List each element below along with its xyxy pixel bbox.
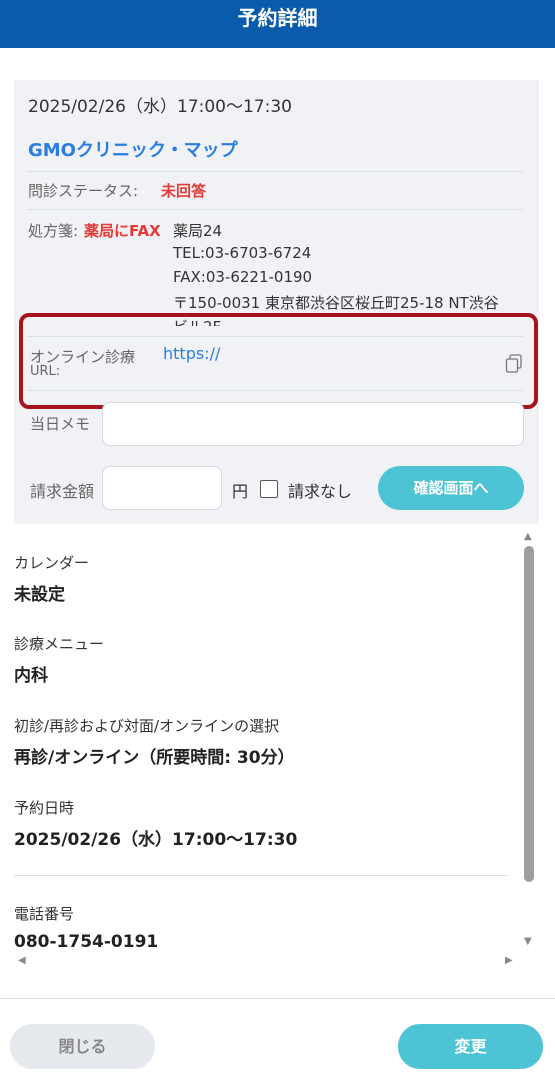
appointment-datetime-value: 2025/02/26（水）17:00～17:30 — [14, 830, 298, 850]
no-charge-checkbox[interactable] — [260, 480, 278, 498]
page-title: 予約詳細 — [237, 6, 318, 30]
phone-label: 電話番号 — [14, 905, 75, 923]
reservation-summary-panel: 2025/02/26（水）17:00～17:30 GMOクリニック・マップ 問診… — [14, 80, 539, 524]
prescription-label: 処方箋: — [28, 222, 79, 240]
divider — [14, 875, 507, 876]
scroll-down-icon[interactable]: ▼ — [524, 937, 532, 947]
reservation-datetime: 2025/02/26（水）17:00～17:30 — [28, 97, 292, 117]
pharmacy-tel: TEL:03-6703-6724 — [173, 244, 312, 262]
visit-type-label: 初診/再診および対面/オンラインの選択 — [14, 717, 280, 735]
pharmacy-name: 薬局24 — [173, 222, 223, 240]
menu-label: 診療メニュー — [14, 635, 105, 653]
menu-value: 内科 — [14, 666, 48, 686]
confirm-screen-button[interactable]: 確認画面へ — [378, 466, 524, 510]
vertical-scrollbar-thumb[interactable] — [524, 546, 534, 882]
no-charge-label: 請求なし — [288, 482, 353, 501]
prescription-mode: 薬局にFAX — [84, 222, 161, 240]
scroll-left-icon[interactable]: ◀ — [18, 956, 26, 966]
visit-type-value: 再診/オンライン（所要時間: 30分） — [14, 748, 295, 768]
memo-label: 当日メモ — [30, 415, 91, 433]
appointment-datetime-label: 予約日時 — [14, 799, 75, 817]
memo-input[interactable] — [102, 402, 524, 446]
calendar-value: 未設定 — [14, 585, 65, 605]
details-scroll-area[interactable]: カレンダー 未設定 診療メニュー 内科 初診/再診および対面/オンラインの選択 … — [0, 530, 539, 970]
scroll-up-icon[interactable]: ▲ — [524, 532, 532, 542]
divider — [28, 171, 523, 172]
interview-status-value: 未回答 — [161, 182, 207, 200]
change-button[interactable]: 変更 — [398, 1024, 543, 1069]
close-button[interactable]: 閉じる — [10, 1024, 155, 1069]
clinic-name-link[interactable]: GMOクリニック・マップ — [28, 136, 238, 162]
footer-divider — [0, 998, 555, 999]
interview-status-label: 問診ステータス: — [28, 182, 139, 200]
summary-clip: 2025/02/26（水）17:00～17:30 GMOクリニック・マップ 問診… — [14, 80, 539, 326]
billing-amount-label: 請求金額 — [30, 482, 95, 501]
scroll-right-icon[interactable]: ▶ — [505, 956, 513, 966]
header-bar: 予約詳細 — [0, 0, 555, 48]
pharmacy-address: 〒150-0031 東京都渋谷区桜丘町25-18 NT渋谷 — [173, 294, 499, 312]
highlight-frame — [19, 313, 538, 409]
phone-value: 080-1754-0191 — [14, 932, 159, 952]
pharmacy-fax: FAX:03-6221-0190 — [173, 268, 313, 286]
billing-amount-input[interactable] — [102, 466, 222, 510]
calendar-label: カレンダー — [14, 554, 90, 572]
yen-unit-label: 円 — [232, 482, 249, 501]
divider — [28, 209, 523, 210]
